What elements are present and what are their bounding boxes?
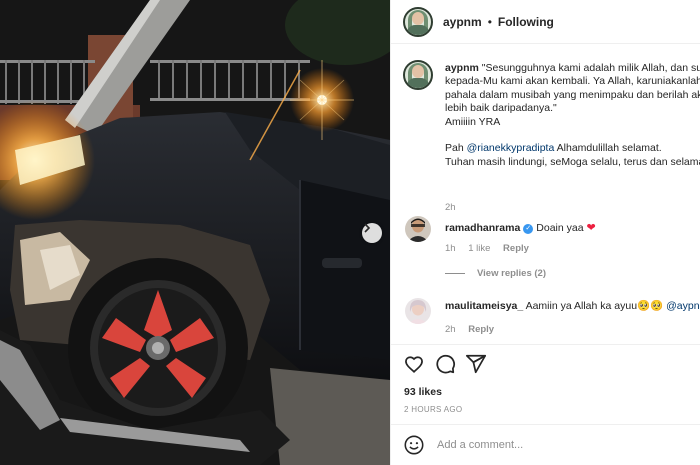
- comment-meta: 1h 1 like Reply: [445, 243, 539, 254]
- post-timestamp[interactable]: 2 HOURS AGO: [404, 405, 462, 414]
- caption-line-5: Amiiiin YRA: [445, 115, 501, 128]
- comment-button[interactable]: [434, 353, 456, 375]
- comment-body: Aamiin ya Allah ka ayuu: [525, 300, 638, 312]
- caption-line-1: "Sesungguhnya kami adalah milik Allah, d…: [481, 62, 700, 74]
- caption-pah: Pah: [445, 142, 467, 155]
- caption-line-3: pahala dalam musibah yang menimpaku dan …: [445, 88, 700, 101]
- mention-link[interactable]: @rianekkypradipta: [467, 142, 555, 154]
- caption-selamat: Alhamdulillah selamat.: [554, 142, 662, 155]
- likes-count[interactable]: 93 likes: [404, 386, 442, 398]
- comment-body: Doain yaa: [536, 222, 584, 234]
- caption-meta: 2h: [445, 202, 466, 213]
- comment-text: ramadhanrama ✓ Doain yaa ❤: [445, 222, 700, 235]
- action-bar: [391, 344, 700, 380]
- avatar[interactable]: [403, 60, 433, 90]
- reply-button[interactable]: Reply: [468, 324, 494, 335]
- avatar[interactable]: [403, 6, 433, 37]
- caption-line-tuhan: Tuhan masih lindungi, seMoga selalu, ter…: [445, 155, 700, 168]
- share-button[interactable]: [465, 353, 487, 375]
- add-comment-bar: [391, 424, 700, 465]
- crash-photo-illustration: [0, 0, 390, 465]
- caption-username[interactable]: aypnm: [445, 62, 479, 74]
- share-icon: [465, 354, 487, 374]
- comment-input[interactable]: [437, 439, 687, 451]
- heart-icon: [405, 356, 423, 373]
- chevron-right-icon: [364, 223, 371, 233]
- separator-dot: •: [487, 14, 492, 29]
- comments-section: aypnm "Sesungguhnya kami adalah milik Al…: [391, 44, 700, 344]
- following-button[interactable]: Following: [498, 15, 554, 29]
- comment-text: maulitameisya_ Aamiin ya Allah ka ayuu🥺🥺…: [445, 300, 700, 313]
- verified-badge-icon: ✓: [523, 224, 534, 234]
- caption-time[interactable]: 2h: [445, 202, 456, 213]
- comment-username[interactable]: maulitameisya_: [445, 300, 523, 312]
- post-author-username[interactable]: aypnm: [443, 15, 482, 29]
- avatar[interactable]: [405, 216, 431, 242]
- view-replies-button[interactable]: View replies (2): [445, 268, 546, 279]
- view-replies-label: View replies (2): [477, 268, 546, 279]
- divider: [445, 273, 465, 274]
- comment-meta: 2h Reply: [445, 324, 504, 335]
- post-details-panel: aypnm • Following aypnm "Sesungguhnya ka…: [390, 0, 700, 465]
- comment-time[interactable]: 2h: [445, 324, 456, 335]
- heart-emoji: ❤: [586, 222, 596, 234]
- caption-line-4: lebih baik daripadanya.": [445, 102, 557, 115]
- comment-icon: [436, 354, 456, 374]
- pleading-face-emoji: 🥺🥺: [637, 300, 664, 312]
- comment-time[interactable]: 1h: [445, 243, 456, 254]
- post-header: aypnm • Following: [391, 0, 700, 44]
- emoji-icon[interactable]: [403, 434, 425, 456]
- like-button[interactable]: [403, 353, 425, 375]
- comment-likes[interactable]: 1 like: [468, 243, 490, 254]
- comment-username[interactable]: ramadhanrama: [445, 222, 520, 234]
- caption-text: aypnm "Sesungguhnya kami adalah milik Al…: [445, 62, 700, 169]
- mention-link[interactable]: @aypnm: [666, 300, 700, 312]
- carousel-next-button[interactable]: [362, 223, 382, 243]
- avatar[interactable]: [405, 298, 431, 324]
- caption-line-2: kepada-Mu kami akan kembali. Ya Allah, k…: [445, 75, 700, 88]
- reply-button[interactable]: Reply: [503, 243, 529, 254]
- post-photo[interactable]: [0, 0, 390, 465]
